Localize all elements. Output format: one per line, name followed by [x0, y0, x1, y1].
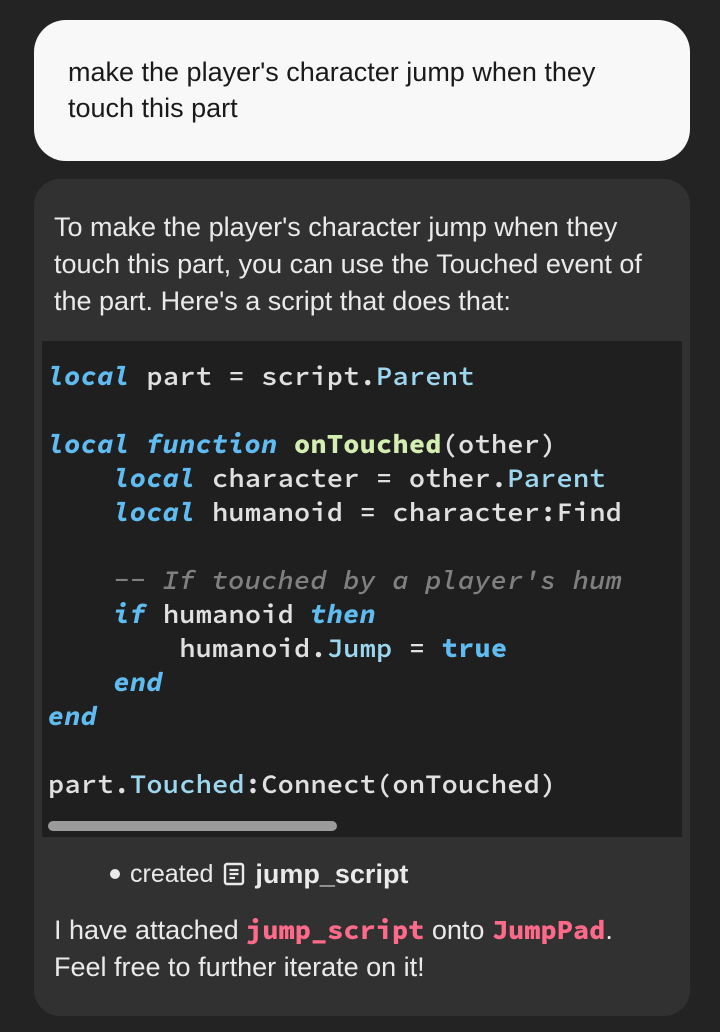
code-token: Parent: [507, 461, 605, 495]
followup-segment: I have attached: [54, 915, 246, 945]
code-indent: [48, 563, 114, 597]
code-indent: [48, 461, 114, 495]
code-token: Jump: [327, 631, 393, 665]
horizontal-scrollbar-thumb[interactable]: [48, 821, 337, 831]
code-token: onTouched: [294, 427, 442, 461]
code-token: =: [228, 359, 244, 393]
created-label: created: [130, 860, 213, 889]
code-token: character: [196, 461, 376, 495]
assistant-message-bubble: To make the player's character jump when…: [34, 179, 690, 1016]
user-message-text: make the player's character jump when th…: [68, 57, 595, 123]
code-token: [278, 427, 294, 461]
code-token: Parent: [376, 359, 474, 393]
code-token: :Connect(onTouched): [245, 767, 557, 801]
assistant-intro-text: To make the player's character jump when…: [42, 205, 682, 341]
code-token: [130, 427, 146, 461]
code-token: local: [48, 427, 130, 461]
code-token: humanoid.: [179, 631, 327, 665]
code-token: end: [48, 699, 97, 733]
code-token: character:Find: [376, 495, 622, 529]
code-token: local: [114, 495, 196, 529]
code-block[interactable]: local part = script.Parent local functio…: [42, 341, 682, 837]
code-indent: [48, 597, 114, 631]
code-token: part.: [48, 767, 130, 801]
code-token: then: [310, 597, 376, 631]
code-token: =: [360, 495, 376, 529]
followup-part-name: JumpPad: [492, 913, 605, 947]
code-token: =: [376, 461, 392, 495]
code-token: local: [114, 461, 196, 495]
code-token: humanoid: [146, 597, 310, 631]
code-comment: -- If touched by a player's hum: [114, 563, 622, 597]
code-indent: [48, 631, 179, 665]
code-token: part: [130, 359, 228, 393]
code-token: if: [114, 597, 147, 631]
code-indent: [48, 665, 114, 699]
assistant-followup-text: I have attached jump_script onto JumpPad…: [42, 912, 682, 987]
code-token: [425, 631, 441, 665]
code-token: humanoid: [196, 495, 360, 529]
script-icon: [223, 862, 245, 886]
horizontal-scrollbar[interactable]: [48, 821, 676, 831]
created-script-row: created jump_script: [42, 837, 682, 912]
code-token: end: [114, 665, 163, 699]
code-content: local part = script.Parent local functio…: [48, 359, 676, 801]
code-token: other.: [392, 461, 507, 495]
code-token: local: [48, 359, 130, 393]
code-token: Touched: [130, 767, 245, 801]
followup-segment: onto: [424, 915, 492, 945]
code-token: function: [146, 427, 277, 461]
code-token: [392, 631, 408, 665]
code-token: =: [409, 631, 425, 665]
followup-script-name: jump_script: [246, 913, 424, 947]
code-token: true: [442, 631, 508, 665]
code-indent: [48, 495, 114, 529]
user-message-bubble: make the player's character jump when th…: [34, 20, 690, 161]
code-token: (other): [442, 427, 557, 461]
code-token: script.: [245, 359, 376, 393]
created-script-name[interactable]: jump_script: [255, 859, 408, 890]
bullet-icon: [110, 869, 120, 879]
